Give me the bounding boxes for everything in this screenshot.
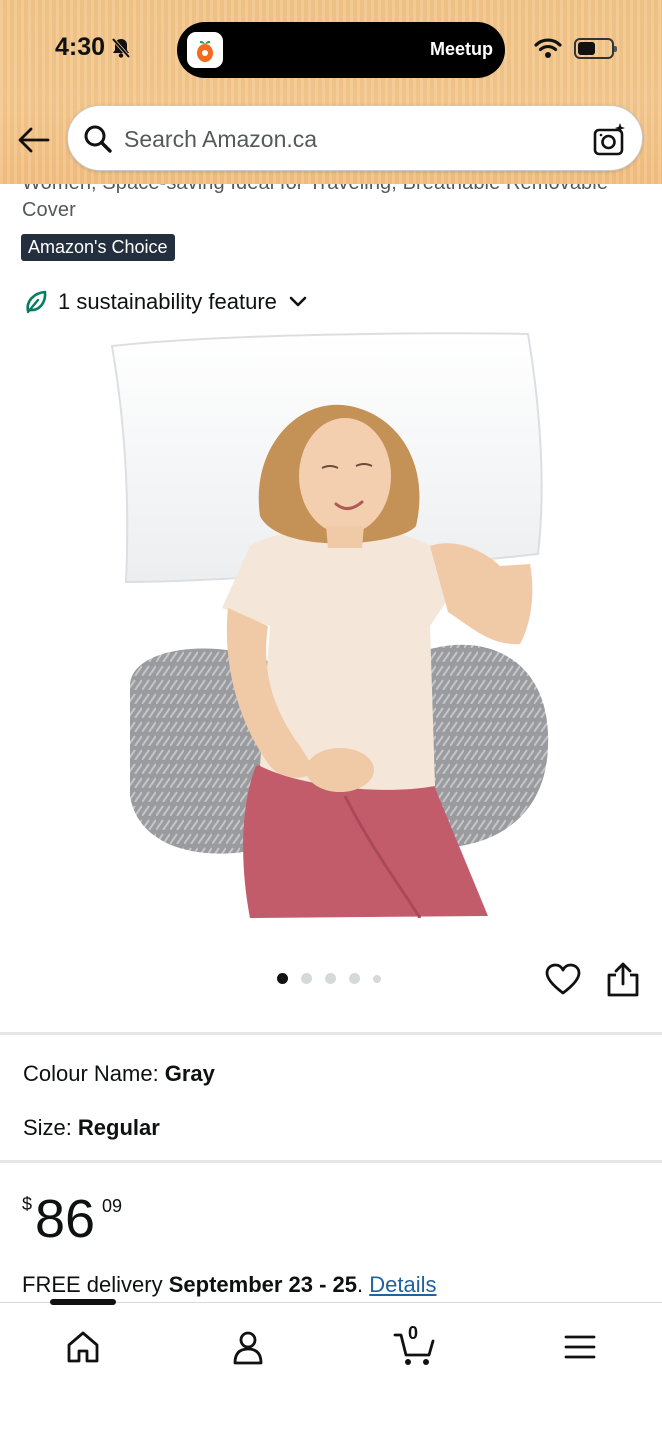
price-fraction: 09 <box>102 1196 123 1216</box>
details-link[interactable]: Details <box>369 1272 436 1297</box>
colour-label: Colour Name: <box>23 1061 159 1086</box>
search-input[interactable] <box>124 123 564 155</box>
search-bar[interactable] <box>67 105 643 171</box>
section-divider <box>0 1032 662 1035</box>
app-header: 4:30 Meetup <box>0 0 662 184</box>
pager-dot[interactable] <box>349 973 360 984</box>
image-pager[interactable] <box>277 973 381 984</box>
camera-lens-icon[interactable] <box>592 122 628 158</box>
home-icon[interactable] <box>63 1327 103 1367</box>
size-value: Regular <box>77 1115 160 1140</box>
product-photo[interactable] <box>100 326 570 918</box>
cart-count: 0 <box>408 1323 419 1343</box>
delivery-info: FREE delivery September 23 - 25. Details <box>22 1272 437 1298</box>
delivery-prefix: FREE delivery <box>22 1272 163 1297</box>
active-tab-indicator <box>50 1299 116 1305</box>
colour-value: Gray <box>164 1061 215 1086</box>
cart-button[interactable]: 0 <box>393 1323 437 1367</box>
account-icon[interactable] <box>228 1327 268 1367</box>
amazons-choice-badge: Amazon's Choice <box>21 234 175 261</box>
size-label: Size: <box>23 1115 72 1140</box>
leaf-icon <box>26 290 47 314</box>
back-arrow-icon[interactable] <box>16 122 52 158</box>
colour-variation[interactable]: Colour Name: Gray <box>23 1061 215 1087</box>
pager-dot[interactable] <box>277 973 288 984</box>
size-variation[interactable]: Size: Regular <box>23 1115 160 1141</box>
sustainability-toggle[interactable]: 1 sustainability feature <box>24 289 307 315</box>
status-icons <box>534 37 617 59</box>
pager-dot[interactable] <box>373 974 381 983</box>
live-activity-label: Meetup <box>430 39 493 59</box>
menu-icon[interactable] <box>560 1327 600 1367</box>
battery-icon <box>574 37 617 59</box>
heart-icon[interactable] <box>545 962 581 998</box>
delivery-suffix: . <box>357 1272 364 1297</box>
pager-dot[interactable] <box>301 973 312 984</box>
delivery-dates: September 23 - 25 <box>168 1272 358 1297</box>
wifi-icon <box>534 38 562 58</box>
price-currency: $ <box>22 1194 33 1214</box>
status-bar-time: 4:30 <box>55 33 131 62</box>
sustainability-label: 1 sustainability feature <box>58 289 277 314</box>
dynamic-island[interactable]: Meetup <box>177 22 505 78</box>
bell-off-icon <box>111 37 131 59</box>
search-icon <box>84 125 112 153</box>
status-time-text: 4:30 <box>55 33 106 61</box>
chevron-down-icon <box>289 296 307 307</box>
share-icon[interactable] <box>606 962 640 998</box>
app-logo-icon <box>187 32 223 68</box>
pager-dot[interactable] <box>325 973 336 984</box>
bottom-nav: 0 <box>0 1299 662 1440</box>
section-divider <box>0 1160 662 1163</box>
price-whole: 86 <box>35 1189 96 1249</box>
